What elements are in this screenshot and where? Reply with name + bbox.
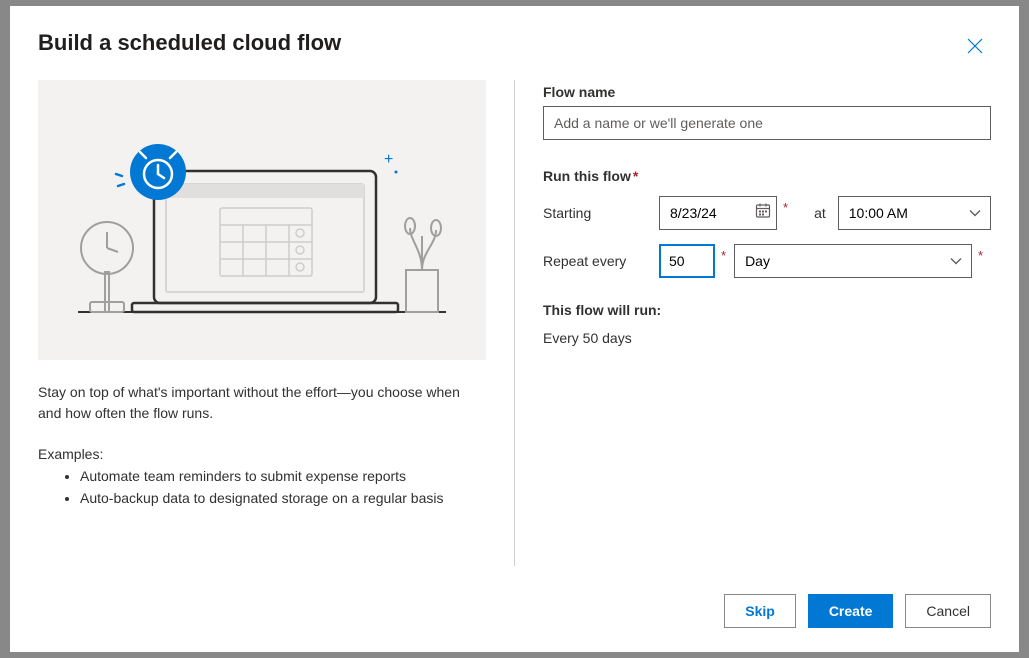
- flow-name-input[interactable]: [543, 106, 991, 140]
- examples-list: Automate team reminders to submit expens…: [38, 466, 486, 509]
- scheduled-flow-modal: Build a scheduled cloud flow: [10, 6, 1019, 652]
- start-date-input[interactable]: [659, 196, 777, 230]
- flow-illustration: +: [38, 80, 486, 360]
- required-mark: *: [633, 168, 638, 184]
- required-mark: *: [978, 244, 983, 263]
- repeat-label: Repeat every: [543, 253, 659, 269]
- at-label: at: [814, 205, 826, 221]
- repeat-unit-select[interactable]: Day: [734, 244, 972, 278]
- close-icon: [967, 38, 983, 54]
- modal-header: Build a scheduled cloud flow: [38, 30, 991, 62]
- create-button[interactable]: Create: [808, 594, 894, 628]
- time-select-wrap: 10:00 AM: [838, 196, 991, 230]
- flow-name-label: Flow name: [543, 84, 991, 100]
- starting-label: Starting: [543, 205, 659, 221]
- svg-text:+: +: [384, 151, 393, 168]
- cancel-button[interactable]: Cancel: [905, 594, 991, 628]
- run-this-flow-label: Run this flow*: [543, 168, 991, 184]
- unit-select-wrap: Day: [734, 244, 972, 278]
- description-text: Stay on top of what's important without …: [38, 382, 486, 424]
- modal-body: + Stay on top of what's important withou…: [38, 80, 991, 576]
- run-label-text: Run this flow: [543, 168, 631, 184]
- flow-run-summary-label: This flow will run:: [543, 302, 991, 318]
- example-item: Auto-backup data to designated storage o…: [80, 488, 486, 510]
- repeat-interval-input[interactable]: [659, 244, 715, 278]
- close-button[interactable]: [959, 30, 991, 62]
- starting-row: Starting: [543, 196, 991, 230]
- date-input-wrap: [659, 196, 777, 230]
- left-column: + Stay on top of what's important withou…: [38, 80, 486, 576]
- flow-run-summary-value: Every 50 days: [543, 330, 991, 346]
- modal-footer: Skip Create Cancel: [38, 576, 991, 628]
- skip-button[interactable]: Skip: [724, 594, 796, 628]
- example-item: Automate team reminders to submit expens…: [80, 466, 486, 488]
- required-mark: *: [783, 196, 788, 215]
- vertical-divider: [514, 80, 515, 566]
- repeat-row: Repeat every * Day *: [543, 244, 991, 278]
- modal-title: Build a scheduled cloud flow: [38, 30, 341, 56]
- right-column: Flow name Run this flow* Starting: [543, 80, 991, 576]
- examples-label: Examples:: [38, 446, 486, 462]
- start-time-select[interactable]: 10:00 AM: [838, 196, 991, 230]
- required-mark: *: [721, 244, 726, 263]
